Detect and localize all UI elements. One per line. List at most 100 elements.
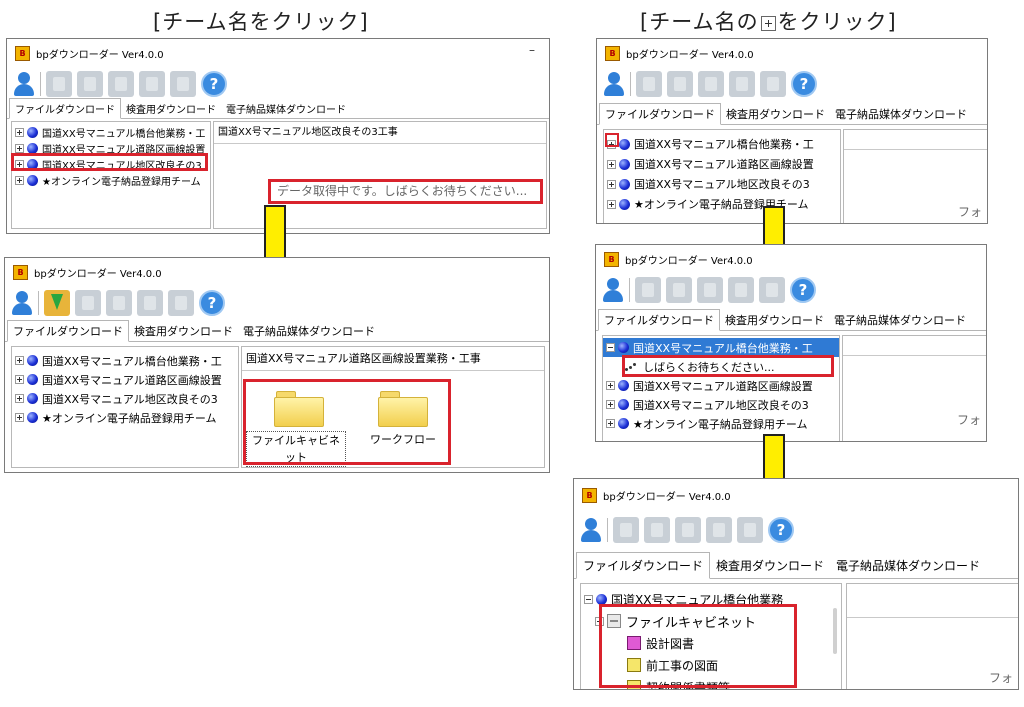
- toolbar-button-5[interactable]: [760, 71, 786, 97]
- minimize-button[interactable]: –: [529, 43, 535, 57]
- tab-media-download[interactable]: 電子納品媒体ダウンロード: [829, 310, 971, 330]
- user-icon[interactable]: [603, 71, 625, 97]
- toolbar-button-2[interactable]: [77, 71, 103, 97]
- download-button-active[interactable]: [44, 290, 70, 316]
- tab-inspection-download[interactable]: 検査用ダウンロード: [721, 104, 830, 124]
- team-dot-icon: [618, 342, 629, 353]
- tab-file-download[interactable]: ファイルダウンロード: [576, 552, 711, 579]
- folder-icon[interactable]: [378, 391, 428, 427]
- expand-icon[interactable]: [607, 139, 616, 149]
- tree-item-team-3[interactable]: 国道XX号マニュアル地区改良その3: [12, 156, 210, 172]
- tab-media-download[interactable]: 電子納品媒体ダウンロード: [238, 321, 380, 341]
- tree-item-team-1[interactable]: 国道XX号マニュアル橋台他業務・工: [12, 351, 238, 370]
- folder-icon[interactable]: [274, 391, 324, 427]
- user-icon[interactable]: [602, 277, 624, 303]
- tab-file-download[interactable]: ファイルダウンロード: [599, 103, 721, 125]
- tab-file-download[interactable]: ファイルダウンロード: [9, 98, 121, 119]
- tab-inspection-download[interactable]: 検査用ダウンロード: [720, 310, 829, 330]
- expand-icon[interactable]: [606, 400, 615, 409]
- expand-icon[interactable]: [606, 381, 615, 390]
- toolbar-button-4[interactable]: [706, 517, 732, 543]
- download-button-disabled[interactable]: [635, 277, 661, 303]
- toolbar-button-3[interactable]: [697, 277, 723, 303]
- help-icon[interactable]: ?: [768, 517, 794, 543]
- toolbar-button-2[interactable]: [644, 517, 670, 543]
- download-button-disabled[interactable]: [613, 517, 639, 543]
- tab-file-download[interactable]: ファイルダウンロード: [598, 309, 720, 331]
- window-title: bpダウンローダー Ver4.0.0: [625, 255, 753, 267]
- expand-icon[interactable]: [607, 179, 616, 189]
- tree-item-team-2[interactable]: 国道XX号マニュアル道路区画線設置: [603, 376, 839, 395]
- expand-icon[interactable]: [15, 375, 24, 384]
- tree-item-cabinet[interactable]: ファイルキャビネット: [581, 610, 841, 632]
- tree-item-team-root[interactable]: 国道XX号マニュアル橋台他業務: [581, 588, 841, 610]
- expand-icon[interactable]: [607, 159, 616, 169]
- expand-icon[interactable]: [15, 413, 24, 422]
- tab-inspection-download[interactable]: 検査用ダウンロード: [129, 321, 238, 341]
- toolbar-button-5[interactable]: [168, 290, 194, 316]
- collapse-icon[interactable]: [595, 616, 604, 626]
- toolbar-button-4[interactable]: [137, 290, 163, 316]
- toolbar-button-5[interactable]: [759, 277, 785, 303]
- user-icon[interactable]: [580, 517, 602, 543]
- expand-icon[interactable]: [607, 199, 616, 209]
- tree-item-design-docs[interactable]: 設計図書: [581, 632, 841, 654]
- tree-item-team-4[interactable]: ★オンライン電子納品登録用チーム: [603, 414, 839, 433]
- help-icon[interactable]: ?: [791, 71, 817, 97]
- collapse-icon[interactable]: [606, 343, 615, 352]
- tree-scrollbar[interactable]: [833, 608, 837, 654]
- folder-label-workflow[interactable]: ワークフロー: [360, 431, 446, 448]
- expand-icon[interactable]: [606, 419, 615, 428]
- user-icon[interactable]: [11, 290, 33, 316]
- team-dot-icon: [27, 412, 38, 423]
- toolbar-button-4[interactable]: [728, 277, 754, 303]
- download-button-disabled[interactable]: [46, 71, 72, 97]
- collapse-icon[interactable]: [584, 594, 593, 604]
- tree-item-team-1[interactable]: 国道XX号マニュアル橋台他業務・工: [604, 134, 840, 154]
- folder-label-cabinet[interactable]: ファイルキャビネット: [246, 431, 346, 467]
- tree-item-prior-drawings[interactable]: 前工事の図面: [581, 654, 841, 676]
- tree-item-team-4[interactable]: ★オンライン電子納品登録用チーム: [12, 172, 210, 188]
- expand-icon[interactable]: [15, 394, 24, 403]
- expand-icon[interactable]: [15, 175, 24, 185]
- tab-inspection-download[interactable]: 検査用ダウンロード: [121, 99, 221, 118]
- expand-icon[interactable]: [15, 127, 24, 137]
- tree-item-team-3[interactable]: 国道XX号マニュアル地区改良その3: [604, 174, 840, 194]
- toolbar-button-4[interactable]: [729, 71, 755, 97]
- toolbar-button-3[interactable]: [675, 517, 701, 543]
- toolbar: ?: [7, 67, 549, 101]
- toolbar-button-5[interactable]: [170, 71, 196, 97]
- tab-file-download[interactable]: ファイルダウンロード: [7, 320, 129, 342]
- toolbar-button-3[interactable]: [106, 290, 132, 316]
- tab-media-download[interactable]: 電子納品媒体ダウンロード: [221, 99, 351, 118]
- expand-icon[interactable]: [15, 159, 24, 169]
- heading-right-part2: をクリック]: [777, 10, 897, 34]
- toolbar-button-3[interactable]: [698, 71, 724, 97]
- tree-item-team-1[interactable]: 国道XX号マニュアル橋台他業務・工: [12, 124, 210, 140]
- download-button-disabled[interactable]: [636, 71, 662, 97]
- toolbar-button-3[interactable]: [108, 71, 134, 97]
- help-icon[interactable]: ?: [201, 71, 227, 97]
- toolbar-button-2[interactable]: [667, 71, 693, 97]
- tree-item-team-1-selected[interactable]: 国道XX号マニュアル橋台他業務・工: [603, 338, 839, 357]
- tree-item-team-2[interactable]: 国道XX号マニュアル道路区画線設置: [604, 154, 840, 174]
- expand-icon[interactable]: [15, 356, 24, 365]
- tab-inspection-download[interactable]: 検査用ダウンロード: [710, 553, 830, 578]
- help-icon[interactable]: ?: [199, 290, 225, 316]
- toolbar-button-4[interactable]: [139, 71, 165, 97]
- tree-item-contract-docs[interactable]: 契約関係書類等: [581, 676, 841, 689]
- tree-item-team-3[interactable]: 国道XX号マニュアル地区改良その3: [603, 395, 839, 414]
- user-icon[interactable]: [13, 71, 35, 97]
- tab-media-download[interactable]: 電子納品媒体ダウンロード: [830, 553, 986, 578]
- tree-item-team-2[interactable]: 国道XX号マニュアル道路区画線設置: [12, 370, 238, 389]
- help-icon[interactable]: ?: [790, 277, 816, 303]
- tree-item-team-4[interactable]: ★オンライン電子納品登録用チーム: [604, 194, 840, 214]
- tree-item-team-4[interactable]: ★オンライン電子納品登録用チーム: [12, 408, 238, 427]
- tree-item-team-3[interactable]: 国道XX号マニュアル地区改良その3: [12, 389, 238, 408]
- expand-icon[interactable]: [15, 143, 24, 153]
- toolbar-button-2[interactable]: [666, 277, 692, 303]
- toolbar-button-5[interactable]: [737, 517, 763, 543]
- toolbar-button-2[interactable]: [75, 290, 101, 316]
- tab-media-download[interactable]: 電子納品媒体ダウンロード: [830, 104, 972, 124]
- tree-item-team-2[interactable]: 国道XX号マニュアル道路区画線設置: [12, 140, 210, 156]
